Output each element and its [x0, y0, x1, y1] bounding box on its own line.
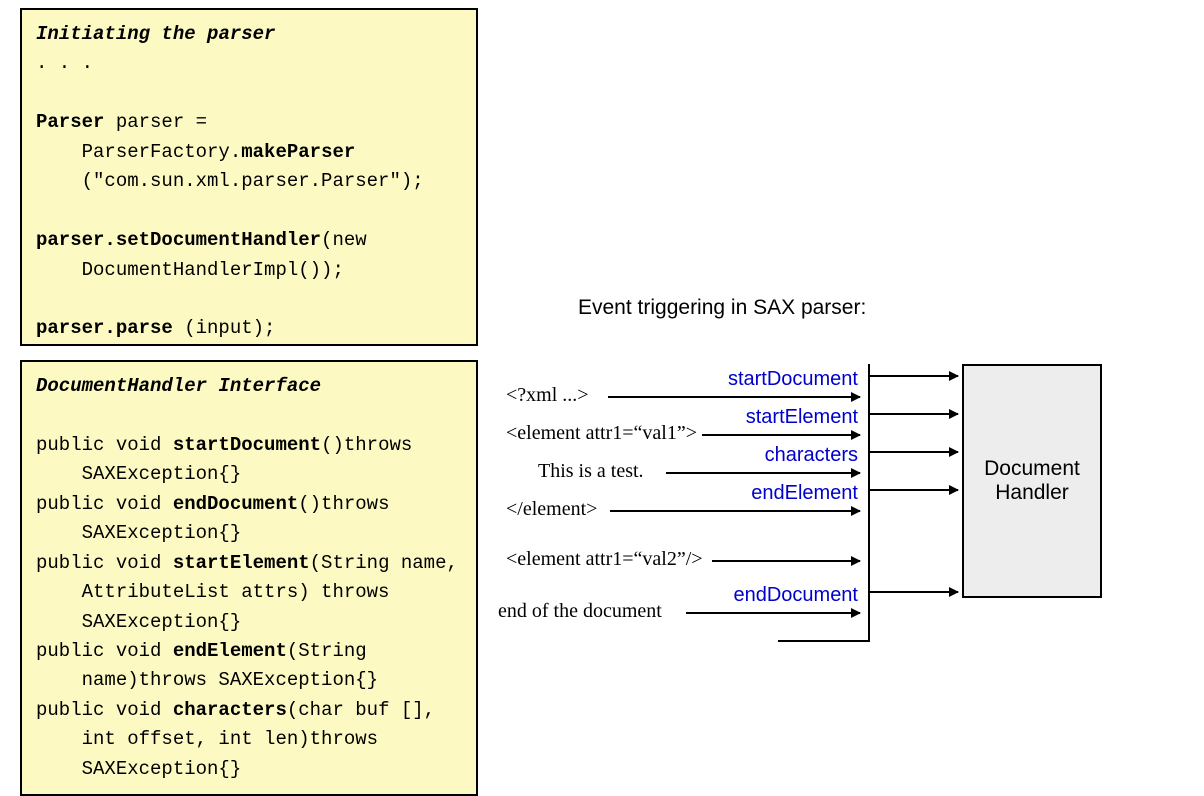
event-characters: characters — [738, 444, 858, 467]
event-startDocument: startDocument — [698, 368, 858, 391]
box2-line5: public void startElement(String name, — [36, 552, 458, 574]
tick-4 — [868, 504, 870, 516]
box2-line9: name)throws SAXException{} — [36, 669, 378, 691]
diagram: Event triggering in SAX parser: Document… — [498, 0, 1194, 750]
arrow-1-to-bus — [608, 396, 860, 398]
arrow-6-to-box — [868, 591, 958, 593]
event-startElement: startElement — [728, 406, 858, 429]
diagram-title: Event triggering in SAX parser: — [578, 296, 866, 320]
box2-line7: SAXException{} — [36, 611, 241, 633]
bus-bottom — [778, 640, 870, 642]
box1-line3: ("com.sun.xml.parser.Parser"); — [36, 170, 424, 192]
xml-line-3: This is a test. — [538, 460, 644, 483]
arrow-6-to-bus — [686, 612, 860, 614]
box2-line10: public void characters(char buf [], — [36, 699, 435, 721]
arrow-3-to-box — [868, 451, 958, 453]
code-box-handler: DocumentHandler Interface public void st… — [20, 360, 478, 796]
seg-1a — [868, 375, 908, 377]
arrow-4-to-bus — [610, 510, 860, 512]
box1-ellipsis: . . . — [36, 52, 93, 74]
tick-2 — [868, 428, 870, 440]
handler-box-l2: Handler — [995, 481, 1069, 504]
arrow-2-to-box — [868, 413, 958, 415]
box1-line5: DocumentHandlerImpl()); — [36, 259, 344, 281]
tick-1 — [868, 390, 870, 402]
event-endDocument: endDocument — [718, 584, 858, 607]
xml-line-2: <element attr1=“val1”> — [506, 422, 697, 445]
box2-line1: public void startDocument()throws — [36, 434, 412, 456]
box1-title: Initiating the parser — [36, 23, 275, 45]
code-box-initiating: Initiating the parser . . . Parser parse… — [20, 8, 478, 346]
box1-line1: Parser parser = — [36, 111, 207, 133]
box1-line6: parser.parse (input); — [36, 317, 275, 339]
tick-3 — [868, 466, 870, 478]
tick-6 — [868, 606, 870, 618]
arrow-3-to-bus — [666, 472, 860, 474]
box1-line4: parser.setDocumentHandler(new — [36, 229, 367, 251]
box2-title: DocumentHandler Interface — [36, 375, 321, 397]
xml-line-5: <element attr1=“val2”/> — [506, 548, 703, 571]
event-endElement: endElement — [728, 482, 858, 505]
box2-line11: int offset, int len)throws — [36, 728, 378, 750]
arrow-2-to-bus — [702, 434, 860, 436]
xml-line-4: </element> — [506, 498, 597, 521]
event-bus-line — [868, 364, 870, 640]
box2-line4: SAXException{} — [36, 522, 241, 544]
box2-line6: AttributeList attrs) throws — [36, 581, 389, 603]
arrow-5-to-bus — [712, 560, 860, 562]
arrow-4-to-box — [868, 489, 958, 491]
box2-line8: public void endElement(String — [36, 640, 367, 662]
handler-box-l1: Document — [984, 457, 1080, 480]
box2-line3: public void endDocument()throws — [36, 493, 389, 515]
box2-line12: SAXException{} — [36, 758, 241, 780]
arrow-1-to-box — [908, 375, 958, 377]
xml-line-1: <?xml ...> — [506, 384, 589, 407]
xml-line-6: end of the document — [498, 600, 662, 623]
box1-line2: ParserFactory.makeParser — [36, 141, 355, 163]
box2-line2: SAXException{} — [36, 463, 241, 485]
document-handler-box: Document Handler — [962, 364, 1102, 598]
